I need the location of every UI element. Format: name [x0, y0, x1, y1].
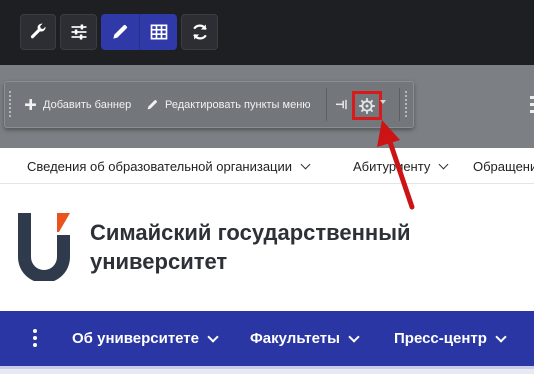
main-nav-label: Факультеты — [250, 330, 340, 347]
pencil-icon — [113, 24, 128, 39]
chevron-down-icon — [495, 330, 507, 343]
edit-menu-items-button[interactable]: Редактировать пункты меню — [146, 82, 311, 127]
admin-toolbar — [0, 0, 534, 65]
subnav-item-appeals[interactable]: Обращени — [473, 148, 534, 184]
edit-mode-button[interactable] — [101, 14, 139, 50]
toolbar-divider — [326, 88, 327, 121]
edit-mode-toggle-group — [101, 14, 177, 50]
main-nav-label: Пресс-центр — [394, 330, 487, 347]
subnav-item-organization[interactable]: Сведения об образовательной организации — [27, 148, 311, 184]
pin-icon — [335, 99, 347, 110]
chevron-down-icon — [438, 159, 449, 169]
university-name-line2: университет — [90, 249, 228, 274]
content-strip-line — [0, 366, 534, 369]
secondary-nav: Сведения об образовательной организации … — [0, 148, 534, 184]
wrench-icon — [30, 23, 46, 39]
main-nav-press[interactable]: Пресс-центр — [394, 311, 507, 366]
university-name-line1: Симайский государственный — [90, 220, 411, 245]
subnav-item-label: Обращени — [473, 158, 534, 174]
main-nav-about[interactable]: Об университете — [72, 311, 219, 366]
chevron-down-icon — [300, 159, 311, 169]
gear-dropdown-caret-icon[interactable] — [380, 100, 386, 104]
refresh-icon — [192, 24, 207, 40]
menu-icon[interactable] — [530, 96, 534, 118]
main-nav-label: Об университете — [72, 330, 199, 347]
annotation-arrow — [377, 120, 415, 210]
university-name[interactable]: Симайский государственный университет — [90, 218, 470, 276]
pin-button[interactable] — [335, 82, 348, 127]
sliders-icon — [71, 24, 86, 40]
add-banner-label: Добавить баннер — [43, 98, 132, 111]
chevron-down-icon — [207, 330, 219, 343]
table-grid-icon — [150, 24, 167, 40]
plus-icon — [25, 99, 36, 110]
university-logo[interactable] — [18, 213, 70, 281]
page: Добавить баннер Редактировать пункты мен… — [0, 0, 534, 374]
grid-mode-button[interactable] — [139, 14, 177, 50]
more-vertical-icon[interactable] — [33, 329, 38, 349]
chevron-down-icon — [348, 330, 360, 343]
subnav-item-label: Сведения об образовательной организации — [27, 158, 293, 174]
add-banner-button[interactable]: Добавить баннер — [24, 82, 131, 127]
drag-handle-right-icon[interactable] — [404, 90, 408, 118]
pencil-icon — [147, 100, 157, 110]
drag-handle-icon[interactable] — [8, 90, 12, 118]
edit-menu-items-label: Редактировать пункты меню — [165, 98, 311, 111]
main-nav: Об университете Факультеты Пресс-центр — [0, 311, 534, 366]
wrench-button[interactable] — [20, 14, 56, 50]
settings-sliders-button[interactable] — [60, 14, 97, 50]
refresh-button[interactable] — [181, 14, 218, 50]
gear-icon — [359, 97, 375, 114]
main-nav-faculties[interactable]: Факультеты — [250, 311, 360, 366]
